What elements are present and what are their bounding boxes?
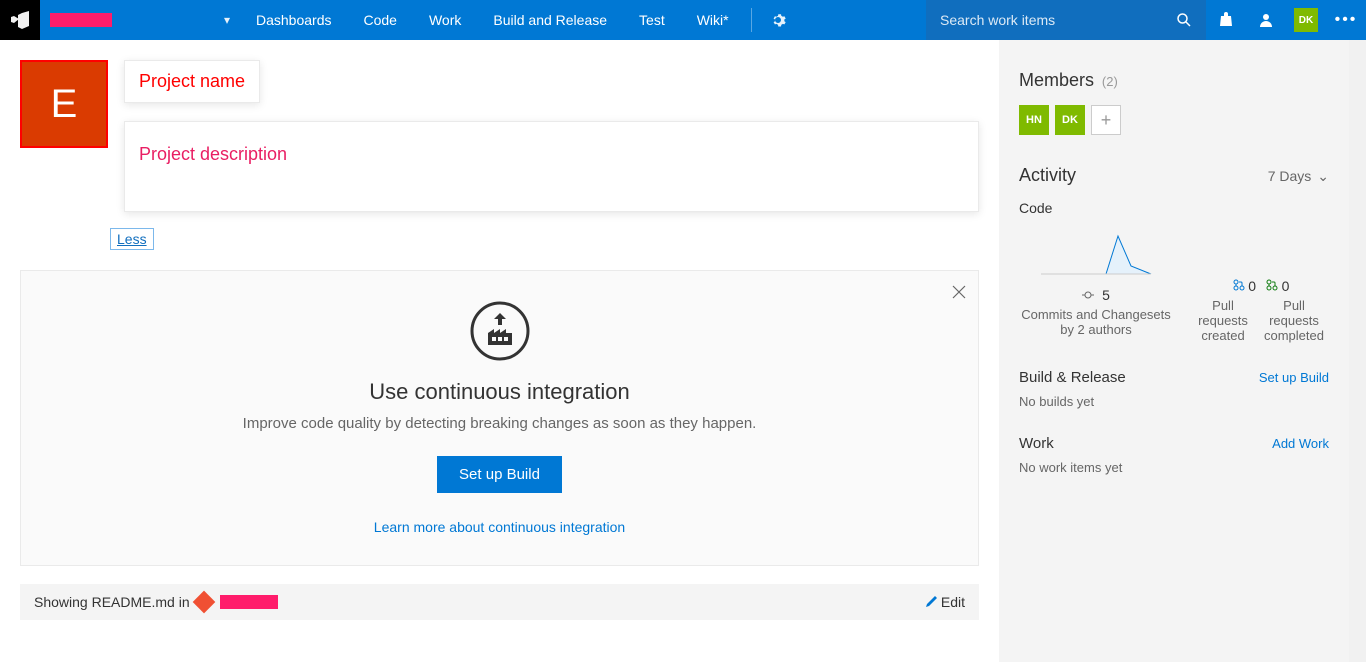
activity-title: Activity — [1019, 165, 1076, 186]
project-selector[interactable]: ▾ — [40, 0, 240, 40]
pencil-icon — [925, 596, 937, 608]
person-icon — [1258, 12, 1274, 28]
chevron-down-icon: ▾ — [224, 13, 230, 27]
sidebar: Members (2) HN DK + Activity 7 Days ⌄ — [999, 40, 1349, 662]
gear-icon — [770, 12, 786, 28]
commits-stat: 5 Commits and Changesets by 2 authors — [1019, 226, 1173, 343]
pr-completed-label: Pull requests completed — [1259, 298, 1329, 343]
tab-work[interactable]: Work — [413, 0, 477, 40]
filter-label: 7 Days — [1268, 168, 1312, 184]
members-section: Members (2) HN DK + — [1019, 70, 1329, 135]
readme-prefix: Showing README.md in — [34, 594, 190, 610]
commits-label: Commits and Changesets by 2 authors — [1019, 307, 1173, 337]
ci-subtitle: Improve code quality by detecting breaki… — [51, 415, 948, 432]
build-release-title: Build & Release — [1019, 369, 1126, 386]
ellipsis-icon: ••• — [1335, 11, 1358, 29]
less-toggle[interactable]: Less — [110, 228, 154, 250]
pr-completed-icon — [1266, 279, 1278, 291]
setup-build-button[interactable]: Set up Build — [437, 456, 562, 493]
close-icon — [952, 285, 966, 299]
main-layout: E Project name Project description Less — [0, 40, 1366, 662]
tab-wiki[interactable]: Wiki* — [681, 0, 745, 40]
close-button[interactable] — [952, 283, 966, 304]
tab-code[interactable]: Code — [348, 0, 413, 40]
project-description-input[interactable]: Project description — [124, 121, 979, 212]
work-title: Work — [1019, 435, 1054, 452]
member-avatar[interactable]: DK — [1055, 105, 1085, 135]
activity-section: Activity 7 Days ⌄ Code 5 Com — [1019, 165, 1329, 475]
readme-bar: Showing README.md in Edit — [20, 584, 979, 620]
members-row: HN DK + — [1019, 105, 1329, 135]
main-content: E Project name Project description Less — [0, 40, 999, 662]
pr-completed-count: 0 — [1282, 278, 1290, 294]
scrollbar[interactable] — [1349, 40, 1366, 662]
tab-dashboards[interactable]: Dashboards — [240, 0, 348, 40]
user-menu[interactable]: DK — [1286, 0, 1326, 40]
shopping-bag-icon — [1218, 12, 1234, 28]
learn-more-link[interactable]: Learn more about continuous integration — [51, 519, 948, 535]
work-empty-text: No work items yet — [1019, 460, 1329, 475]
top-nav: ▾ Dashboards Code Work Build and Release… — [0, 0, 1366, 40]
members-title: Members — [1019, 70, 1094, 90]
nav-divider — [751, 8, 752, 32]
edit-readme-button[interactable]: Edit — [925, 594, 965, 610]
project-avatar[interactable]: E — [20, 60, 108, 148]
chevron-down-icon: ⌄ — [1317, 168, 1329, 185]
ci-promo-card: Use continuous integration Improve code … — [20, 270, 979, 566]
search-input[interactable] — [940, 12, 1176, 28]
vsts-icon — [11, 11, 29, 29]
more-menu[interactable]: ••• — [1326, 0, 1366, 40]
build-empty-text: No builds yet — [1019, 394, 1329, 409]
member-avatar[interactable]: HN — [1019, 105, 1049, 135]
activity-stats: 5 Commits and Changesets by 2 authors 0 … — [1019, 226, 1329, 343]
user-avatar: DK — [1294, 8, 1318, 32]
topnav-right: DK ••• — [1206, 0, 1366, 40]
project-header: E Project name Project description — [20, 60, 979, 212]
project-info: Project name Project description — [124, 60, 979, 212]
tab-build-release[interactable]: Build and Release — [477, 0, 623, 40]
commits-count: 5 — [1102, 287, 1110, 303]
ci-hero-icon — [470, 301, 530, 361]
setup-build-link[interactable]: Set up Build — [1259, 370, 1329, 385]
repo-name-redacted — [220, 595, 278, 609]
git-icon — [192, 591, 215, 614]
pr-icon — [1233, 279, 1245, 291]
project-name-redacted — [50, 13, 112, 27]
add-member-button[interactable]: + — [1091, 105, 1121, 135]
help-button[interactable] — [1246, 0, 1286, 40]
commits-sparkline — [1036, 226, 1156, 278]
settings-gear[interactable] — [758, 0, 798, 40]
factory-icon — [470, 301, 530, 361]
search-icon — [1176, 12, 1192, 28]
members-count: (2) — [1102, 74, 1118, 89]
tab-test[interactable]: Test — [623, 0, 681, 40]
project-name-input[interactable]: Project name — [124, 60, 260, 103]
ci-title: Use continuous integration — [51, 379, 948, 405]
edit-label: Edit — [941, 594, 965, 610]
vsts-logo[interactable] — [0, 0, 40, 40]
pr-created-stat: 0 0 Pull requests created Pull requests … — [1193, 226, 1329, 343]
plus-icon: + — [1101, 110, 1112, 131]
search-box[interactable] — [926, 0, 1206, 40]
activity-filter[interactable]: 7 Days ⌄ — [1268, 168, 1329, 185]
nav-tabs: Dashboards Code Work Build and Release T… — [240, 0, 798, 40]
code-subtitle: Code — [1019, 200, 1329, 216]
commit-icon — [1082, 289, 1094, 301]
add-work-link[interactable]: Add Work — [1272, 436, 1329, 451]
marketplace-button[interactable] — [1206, 0, 1246, 40]
pr-created-label: Pull requests created — [1193, 298, 1253, 343]
pr-created-count: 0 — [1248, 278, 1256, 294]
